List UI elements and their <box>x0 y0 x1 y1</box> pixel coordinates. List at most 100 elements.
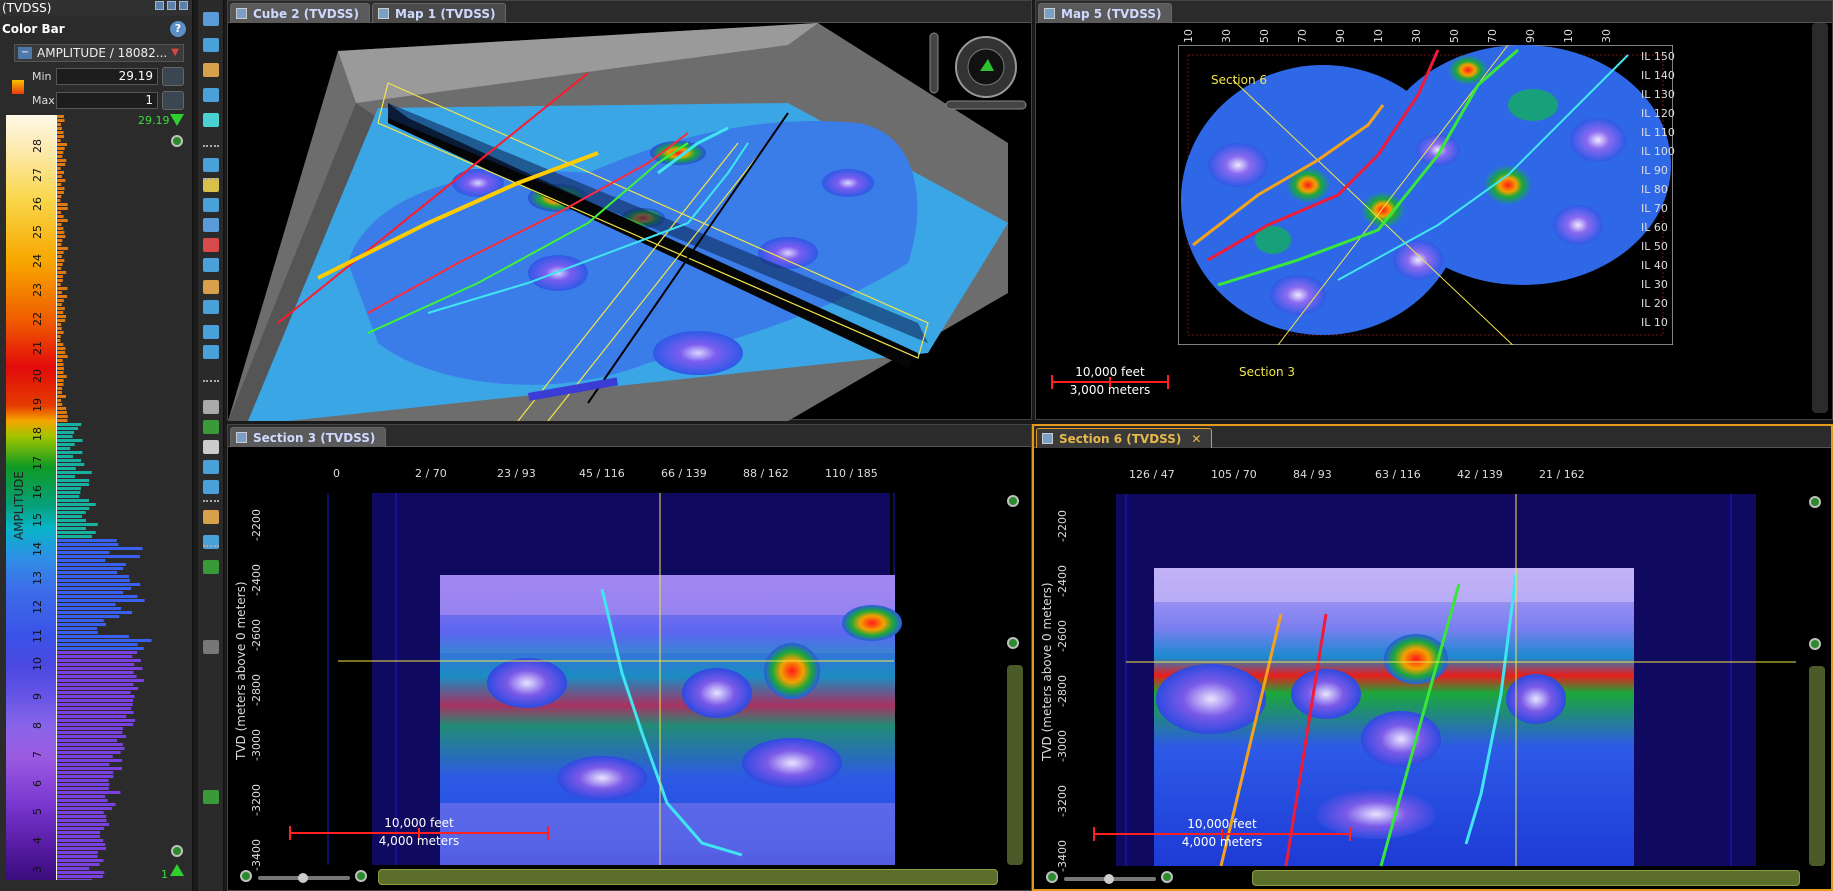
histogram-bar <box>56 647 144 650</box>
min-reset-button[interactable] <box>162 67 184 86</box>
histogram-bar <box>56 539 117 542</box>
histogram-bar <box>56 747 125 750</box>
pointer-icon[interactable] <box>203 198 219 212</box>
zoom-icon[interactable] <box>203 63 219 77</box>
zoom-in-icon[interactable] <box>171 845 183 857</box>
attribute-select[interactable]: − AMPLITUDE / 18082... ▼ <box>14 44 184 62</box>
y-tick-label: -3400 <box>1056 840 1069 872</box>
histogram-bar <box>56 171 64 174</box>
collapse-icon[interactable]: − <box>18 47 32 59</box>
zoom-out-icon[interactable] <box>1007 637 1019 649</box>
histogram-bar <box>56 863 100 866</box>
histogram-bar <box>56 699 134 702</box>
zoom-out-icon[interactable] <box>1809 638 1821 650</box>
zoom-in-icon[interactable] <box>203 560 219 574</box>
section6-zoom-thumb[interactable] <box>1104 874 1114 884</box>
y-tick-label: -2400 <box>1056 565 1069 597</box>
line-icon[interactable] <box>203 345 219 359</box>
histogram-bar <box>56 643 138 646</box>
section3-tabbar: Section 3 (TVDSS) <box>228 425 1031 447</box>
histogram-bar <box>56 231 65 234</box>
histogram-bar <box>56 479 90 482</box>
square-icon[interactable] <box>203 460 219 474</box>
histogram-bar <box>56 635 129 638</box>
histogram-bar <box>56 583 141 586</box>
pan-icon[interactable] <box>203 218 219 232</box>
palette-icon[interactable] <box>12 80 24 94</box>
zoom-in-icon[interactable] <box>1007 495 1019 507</box>
histogram-bar <box>56 247 68 250</box>
section3-hscroll[interactable] <box>378 869 998 885</box>
stamp-icon[interactable] <box>203 300 219 314</box>
inline-label: IL 90 <box>1641 164 1668 177</box>
section6-vscroll[interactable] <box>1809 666 1825 866</box>
tab-map1[interactable]: Map 1 (TVDSS) <box>372 3 507 23</box>
slider-icon[interactable] <box>203 640 219 654</box>
section6-view[interactable] <box>1076 494 1806 866</box>
restore-icon[interactable] <box>155 1 164 10</box>
cube-3d-view[interactable] <box>228 23 1033 421</box>
colorbar-tick-label: 12 <box>31 599 44 614</box>
close-icon[interactable]: ✕ <box>1191 432 1201 446</box>
section6-hscroll[interactable] <box>1252 870 1800 886</box>
histogram-bar <box>56 251 64 254</box>
histogram-bar <box>56 507 90 510</box>
inline-label: IL 30 <box>1641 278 1668 291</box>
zoom-fit-icon[interactable] <box>203 38 219 52</box>
image-icon[interactable] <box>203 480 219 494</box>
tab-section3[interactable]: Section 3 (TVDSS) <box>230 427 387 447</box>
zoom-out-icon[interactable] <box>203 790 219 804</box>
tag-icon[interactable] <box>203 325 219 339</box>
histogram-bar <box>56 275 63 278</box>
map5-vscroll[interactable] <box>1812 23 1828 413</box>
zoom-in-icon[interactable] <box>1809 496 1821 508</box>
zoom-out-icon[interactable] <box>240 870 252 882</box>
histogram-bar <box>56 559 106 562</box>
histogram-bar <box>56 355 68 358</box>
zoom-in-icon[interactable] <box>355 870 367 882</box>
ruler-icon[interactable] <box>203 113 219 127</box>
map5-view[interactable] <box>1178 45 1673 345</box>
tab-section6[interactable]: Section 6 (TVDSS) ✕ <box>1036 428 1213 448</box>
section3-zoom-thumb[interactable] <box>298 873 308 883</box>
max-input[interactable]: 1 <box>56 92 158 109</box>
section-icon <box>236 432 247 443</box>
histogram-bar <box>56 695 135 698</box>
tab-map5[interactable]: Map 5 (TVDSS) <box>1038 3 1173 23</box>
navigation-compass[interactable] <box>928 23 1028 123</box>
layers-icon[interactable] <box>203 178 219 192</box>
max-reset-button[interactable] <box>162 91 184 110</box>
section3-vscroll[interactable] <box>1007 665 1023 865</box>
histogram-bar <box>56 543 119 546</box>
section3-view[interactable] <box>272 493 1002 865</box>
bell-icon[interactable] <box>203 400 219 414</box>
histogram-bar <box>56 567 123 570</box>
zoom-in-icon[interactable] <box>1161 871 1173 883</box>
minimize-icon[interactable] <box>167 1 176 10</box>
zoom-out-icon[interactable] <box>1046 871 1058 883</box>
pen-icon[interactable] <box>203 510 219 524</box>
histogram-bar <box>56 707 132 710</box>
histogram-bar <box>56 159 67 162</box>
tab-cube2[interactable]: Cube 2 (TVDSS) <box>230 3 370 23</box>
measure-icon[interactable] <box>203 238 219 252</box>
copy-icon[interactable] <box>203 440 219 454</box>
map5-top-tick: 10 <box>1182 29 1195 43</box>
select-icon[interactable] <box>203 12 219 26</box>
frame-icon[interactable] <box>203 258 219 272</box>
rotate-icon[interactable] <box>203 88 219 102</box>
maximize-icon[interactable] <box>179 1 188 10</box>
grid-icon[interactable] <box>203 158 219 172</box>
inline-label: IL 100 <box>1641 145 1675 158</box>
histogram-bar <box>56 783 110 786</box>
stack-icon[interactable] <box>203 280 219 294</box>
min-input[interactable]: 29.19 <box>56 68 158 85</box>
histogram-bar <box>56 723 134 726</box>
bottom-handle-icon[interactable] <box>170 864 184 876</box>
histogram-bar <box>56 859 104 862</box>
help-icon[interactable]: ? <box>170 21 186 37</box>
histogram-bar <box>56 191 64 194</box>
histogram-bar <box>56 151 64 154</box>
histogram-bar <box>56 619 104 622</box>
target-icon[interactable] <box>203 420 219 434</box>
